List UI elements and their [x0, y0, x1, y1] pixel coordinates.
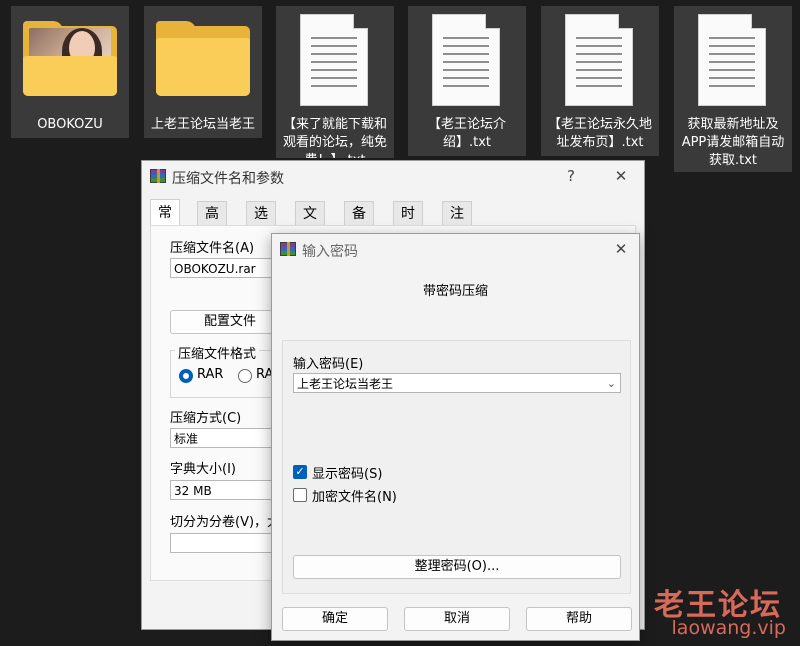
encrypt-file-names-label: 加密文件名(N): [312, 490, 397, 505]
folder-icon: [144, 12, 262, 104]
desktop-item-label: 【老王论坛永久地址发布页】.txt: [547, 117, 652, 150]
desktop-item-txt-2[interactable]: 【老王论坛介绍】.txt: [408, 6, 526, 156]
password-value: 上老王论坛当老王: [297, 377, 394, 391]
tab-files[interactable]: 文件: [295, 201, 325, 246]
dialog-title: 压缩文件名和参数: [172, 171, 284, 187]
help-button[interactable]: 帮助: [526, 607, 632, 631]
show-password-checkbox[interactable]: ✓: [293, 465, 307, 479]
password-combobox[interactable]: 上老王论坛当老王 ⌄: [293, 373, 621, 393]
organize-passwords-button[interactable]: 整理密码(O)...: [293, 555, 621, 579]
password-heading: 带密码压缩: [422, 284, 488, 299]
desktop-item-txt-1[interactable]: 【来了就能下载和观看的论坛，纯免费！】.txt: [276, 6, 394, 158]
dialog-titlebar[interactable]: 压缩文件名和参数 ? ✕: [142, 161, 644, 193]
archive-format-label: 压缩文件格式: [175, 343, 260, 362]
ok-button[interactable]: 确定: [282, 607, 388, 631]
chevron-down-icon[interactable]: ⌄: [607, 374, 616, 394]
folder-icon: [11, 12, 129, 104]
cancel-button[interactable]: 取消: [404, 607, 510, 631]
text-file-icon: [408, 12, 526, 106]
format-rar-radio[interactable]: [179, 369, 193, 383]
desktop-item-folder[interactable]: 上老王论坛当老王: [144, 6, 262, 138]
text-file-icon: [276, 12, 394, 106]
desktop-item-label: 上老王论坛当老王: [150, 117, 255, 132]
compression-method-label: 压缩方式(C): [170, 411, 242, 426]
desktop-item-txt-3[interactable]: 【老王论坛永久地址发布页】.txt: [541, 6, 659, 156]
text-file-icon: [541, 12, 659, 106]
desktop-item-label: 【老王论坛介绍】.txt: [427, 117, 506, 150]
archive-name-label: 压缩文件名(A): [170, 241, 255, 256]
dialog-title: 输入密码: [302, 244, 358, 260]
text-file-icon: [674, 12, 792, 106]
tab-advanced[interactable]: 高级: [197, 201, 227, 246]
tab-comment[interactable]: 注释: [442, 201, 472, 246]
desktop-item-label: 【来了就能下载和观看的论坛，纯免费！】.txt: [282, 117, 387, 158]
winrar-icon: [280, 242, 296, 256]
desktop-item-obokozu[interactable]: OBOKOZU: [11, 6, 129, 138]
desktop-item-txt-4[interactable]: 获取最新地址及APP请发邮箱自动获取.txt: [674, 6, 792, 172]
tab-time[interactable]: 时间: [393, 201, 423, 246]
format-rar5-radio[interactable]: [238, 369, 252, 383]
desktop-item-label: OBOKOZU: [37, 117, 103, 132]
tab-general[interactable]: 常规: [150, 199, 180, 247]
password-label: 输入密码(E): [293, 357, 364, 372]
watermark-url: laowang.vip: [671, 617, 786, 639]
format-rar-label: RAR: [197, 367, 224, 382]
desktop-item-label: 获取最新地址及APP请发邮箱自动获取.txt: [681, 117, 785, 168]
tab-backup[interactable]: 备份: [344, 201, 374, 246]
winrar-icon: [150, 169, 166, 183]
encrypt-file-names-checkbox[interactable]: [293, 488, 307, 502]
close-icon[interactable]: ✕: [608, 165, 634, 187]
tab-options[interactable]: 选项: [246, 201, 276, 246]
dictionary-size-label: 字典大小(I): [170, 462, 236, 477]
help-icon[interactable]: ?: [558, 165, 584, 187]
enter-password-dialog: 输入密码 ✕ 带密码压缩 输入密码(E) 上老王论坛当老王 ⌄ ✓ 显示密码(S…: [271, 233, 640, 641]
dialog-titlebar[interactable]: 输入密码 ✕: [272, 234, 639, 266]
show-password-label: 显示密码(S): [312, 467, 383, 482]
password-panel: 输入密码(E) 上老王论坛当老王 ⌄ ✓ 显示密码(S) 加密文件名(N) 整理…: [282, 340, 631, 594]
close-icon[interactable]: ✕: [608, 238, 634, 260]
